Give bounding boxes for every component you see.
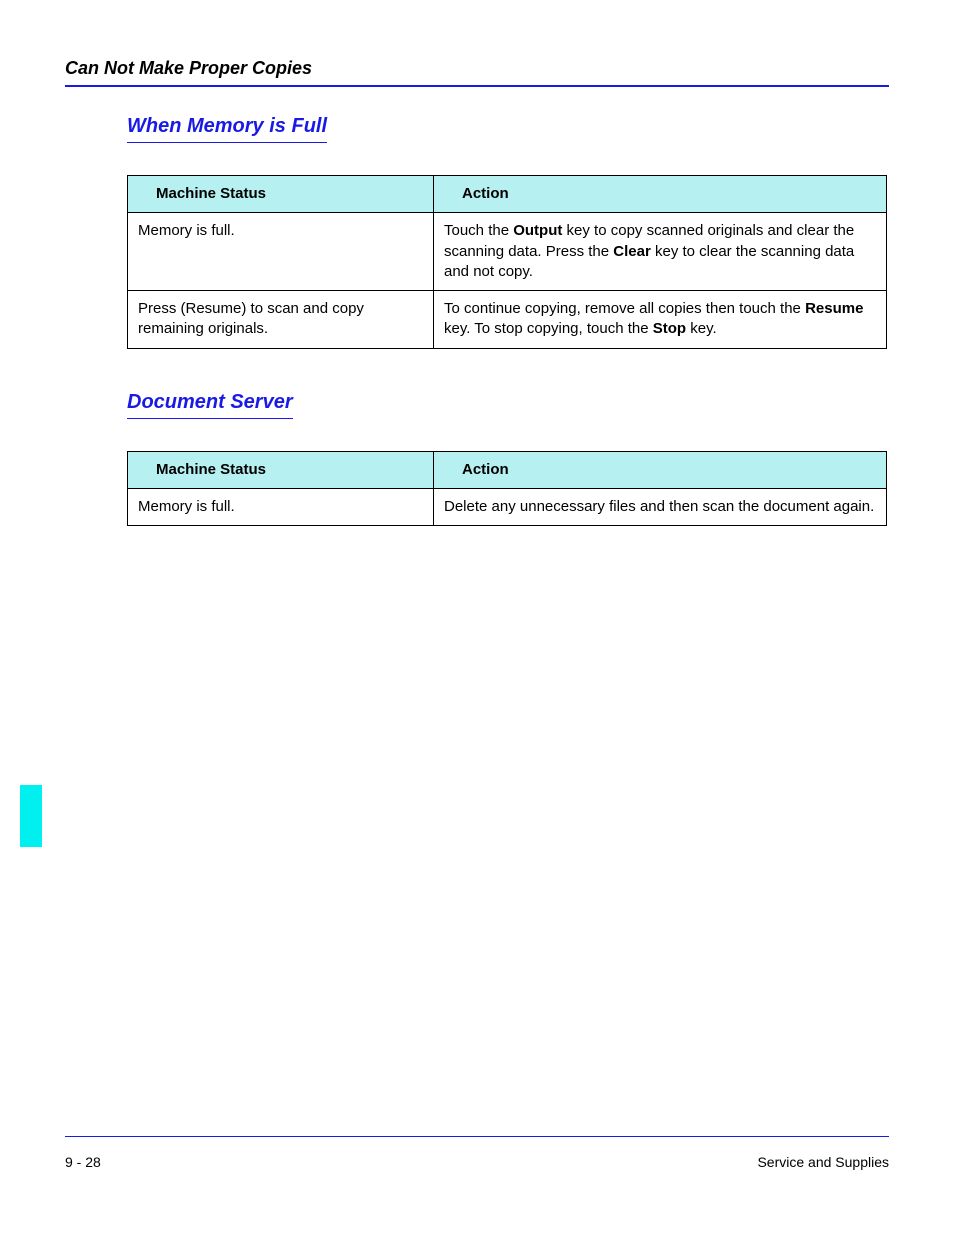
table-header-row: Machine Status Action xyxy=(128,451,887,488)
action-text: Touch the xyxy=(444,222,513,239)
cell-status: Memory is full. xyxy=(128,213,434,291)
side-tab-marker xyxy=(20,785,42,847)
cell-status: Press (Resume) to scan and copy remainin… xyxy=(128,291,434,349)
footer-page-number: 9 - 28 xyxy=(65,1154,101,1170)
page-header: Can Not Make Proper Copies xyxy=(65,58,889,87)
section-docserver-heading-wrap: Document Server xyxy=(127,391,889,447)
table-header-row: Machine Status Action xyxy=(128,176,887,213)
table-docserver: Machine Status Action Memory is full. De… xyxy=(127,451,887,527)
table-row: Press (Resume) to scan and copy remainin… xyxy=(128,291,887,349)
header-divider xyxy=(65,85,889,87)
action-text: key. To stop copying, touch the xyxy=(444,320,653,337)
action-bold: Output xyxy=(513,222,562,239)
footer-divider xyxy=(65,1136,889,1137)
footer-section-name: Service and Supplies xyxy=(757,1154,889,1170)
action-bold: Clear xyxy=(613,243,651,260)
section-docserver-heading: Document Server xyxy=(127,391,293,419)
page-header-title: Can Not Make Proper Copies xyxy=(65,58,889,85)
cell-action: Delete any unnecessary files and then sc… xyxy=(434,488,887,525)
action-bold: Stop xyxy=(653,320,686,337)
action-text: key. xyxy=(686,320,717,337)
table-row: Memory is full. Touch the Output key to … xyxy=(128,213,887,291)
document-page: Can Not Make Proper Copies When Memory i… xyxy=(0,0,954,1235)
action-text: To continue copying, remove all copies t… xyxy=(444,300,805,317)
section-memory-heading-wrap: When Memory is Full xyxy=(127,115,889,171)
table-header-status: Machine Status xyxy=(128,451,434,488)
cell-status: Memory is full. xyxy=(128,488,434,525)
page-footer: 9 - 28 Service and Supplies xyxy=(65,1154,889,1170)
page-content: When Memory is Full Machine Status Actio… xyxy=(65,115,889,526)
table-header-status: Machine Status xyxy=(128,176,434,213)
section-memory-heading: When Memory is Full xyxy=(127,115,327,143)
table-memory: Machine Status Action Memory is full. To… xyxy=(127,175,887,349)
cell-action: To continue copying, remove all copies t… xyxy=(434,291,887,349)
action-bold: Resume xyxy=(805,300,863,317)
cell-action: Touch the Output key to copy scanned ori… xyxy=(434,213,887,291)
table-header-action: Action xyxy=(434,176,887,213)
table-header-action: Action xyxy=(434,451,887,488)
table-row: Memory is full. Delete any unnecessary f… xyxy=(128,488,887,525)
